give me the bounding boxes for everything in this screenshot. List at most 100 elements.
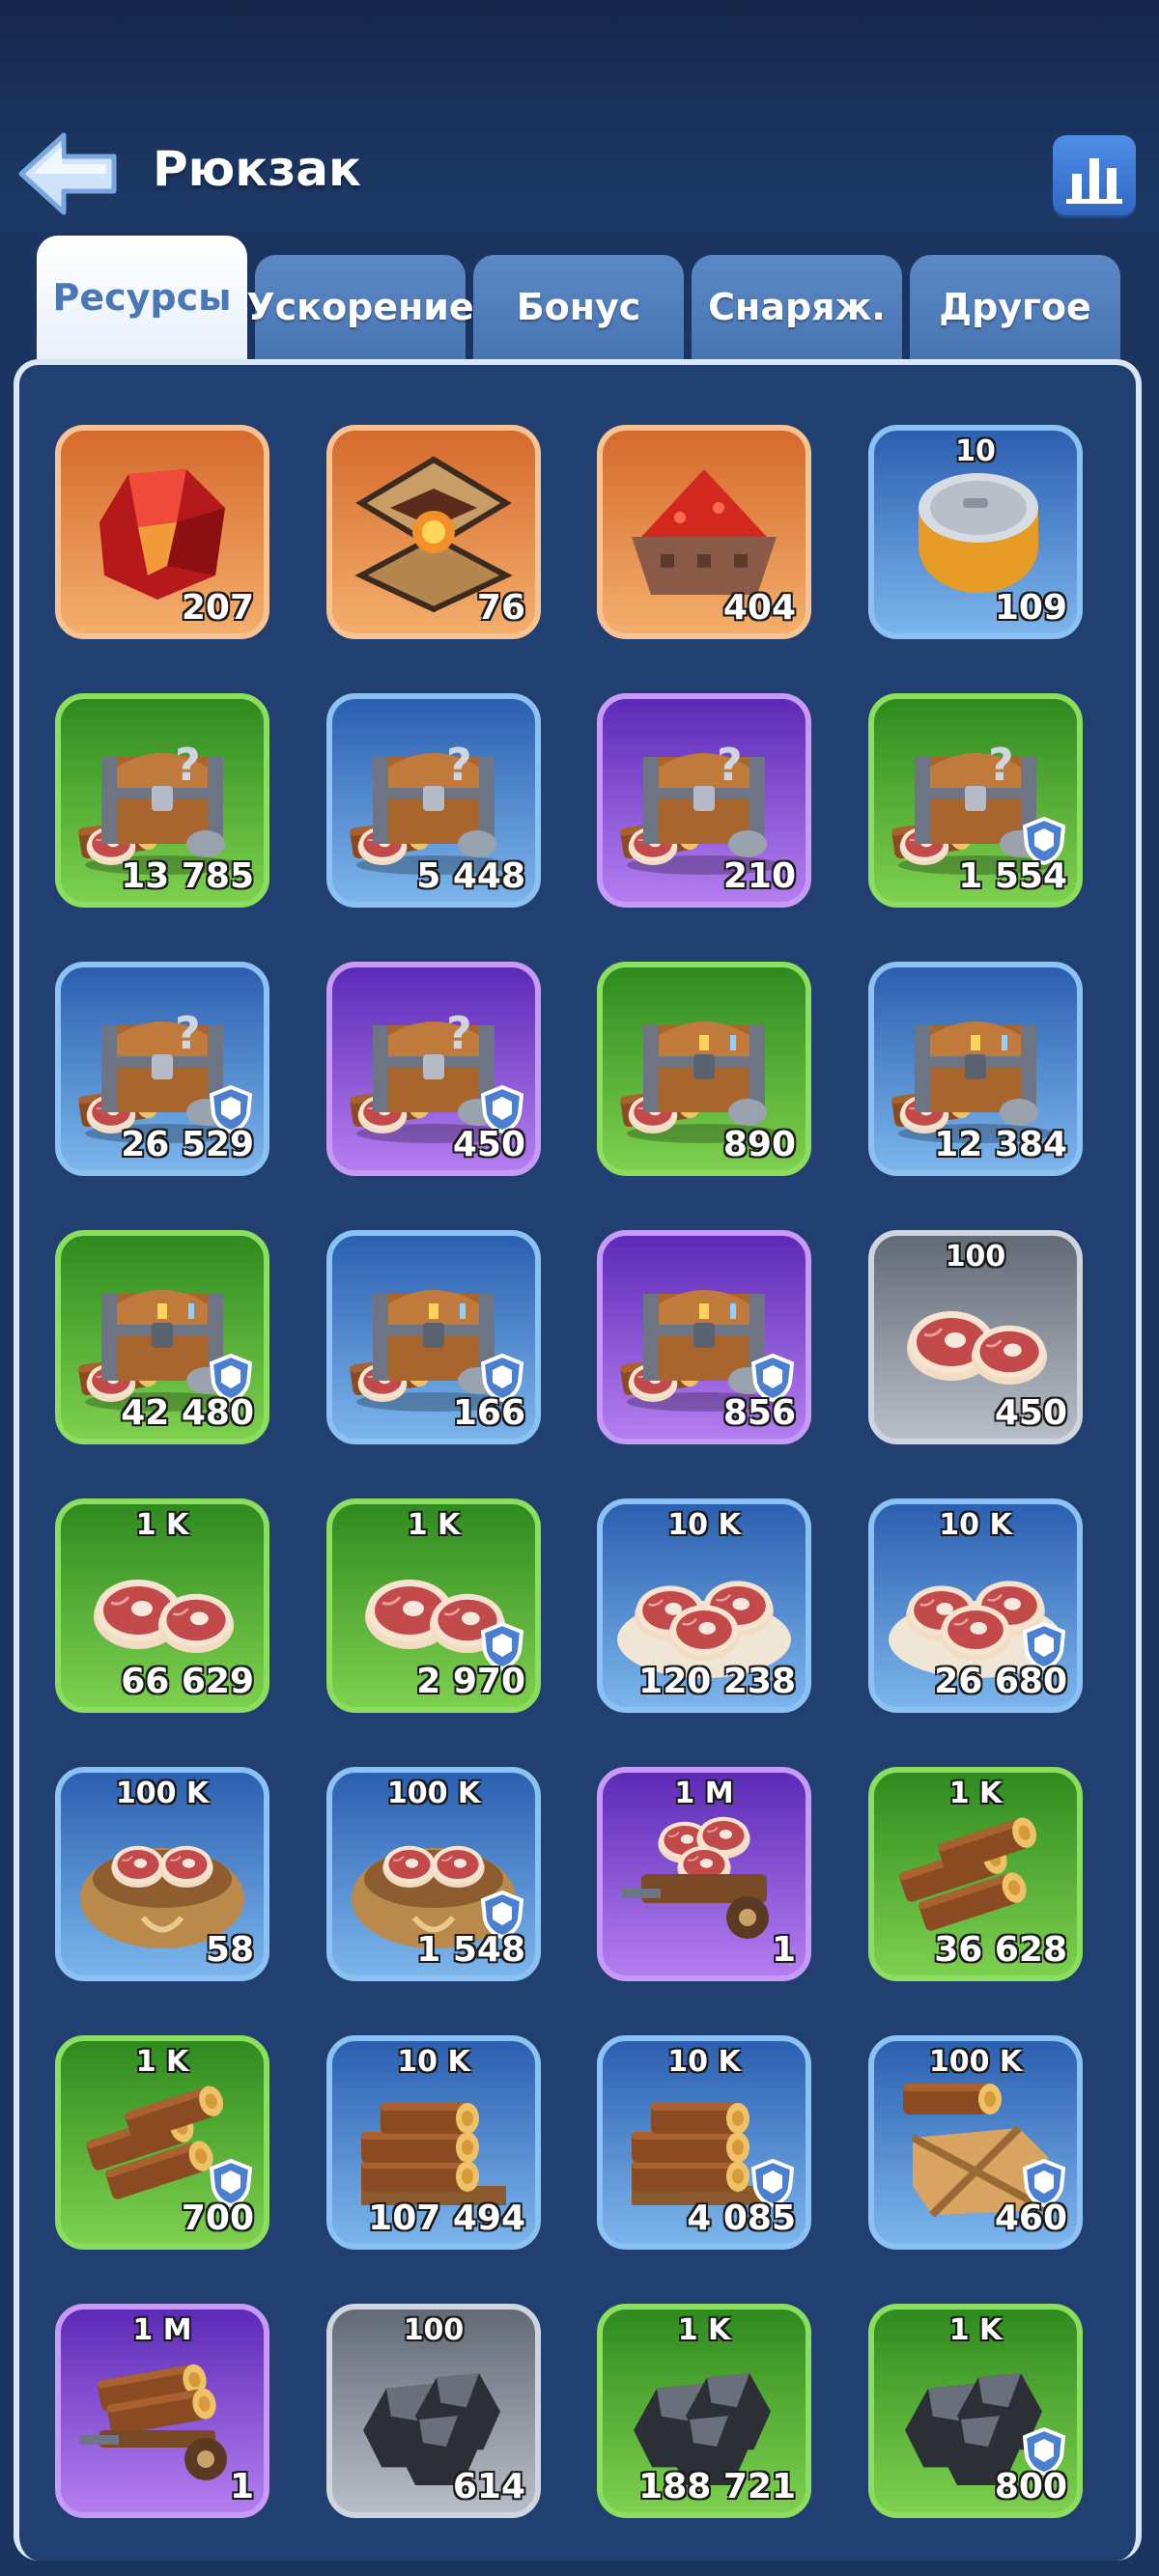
item-denomination: 100 [945, 1240, 1006, 1274]
item-count: 1 [771, 1930, 796, 1970]
item-tile-coal[interactable]: 100 614 [326, 2304, 541, 2518]
item-denomination: 10 K [939, 1508, 1012, 1542]
item-denomination: 100 K [386, 1777, 481, 1810]
item-tile-meat-plate[interactable]: 10 K 120 238 [597, 1498, 811, 1713]
item-tile-choice-chest[interactable]: 166 [326, 1230, 541, 1444]
item-count: 2 970 [416, 1662, 525, 1701]
item-count: 210 [722, 856, 796, 896]
svg-text:?: ? [175, 1007, 201, 1059]
item-count: 107 494 [368, 2198, 525, 2238]
item-tile-wood-stack[interactable]: 10 K 107 494 [326, 2035, 541, 2250]
item-count: 856 [722, 1393, 796, 1433]
item-tile-resource-chest[interactable]: ? 26 529 [55, 962, 269, 1176]
item-count: 700 [181, 2198, 254, 2238]
item-count: 450 [452, 1125, 525, 1164]
item-count: 42 480 [121, 1393, 254, 1433]
item-tile-ore-cart[interactable]: 404 [597, 425, 811, 639]
tab-resources[interactable]: Ресурсы [37, 236, 247, 359]
item-denomination: 10 [955, 434, 996, 468]
stats-button[interactable] [1053, 135, 1136, 218]
item-count: 460 [994, 2198, 1067, 2238]
item-denomination: 100 [403, 2313, 465, 2347]
item-tile-choice-chest[interactable]: 856 [597, 1230, 811, 1444]
item-count: 188 721 [638, 2467, 796, 2506]
item-denomination: 1 M [674, 1777, 734, 1810]
item-tile-choice-chest[interactable]: 890 [597, 962, 811, 1176]
tab-other[interactable]: Другое [910, 255, 1120, 359]
item-denomination: 1 K [948, 1777, 1003, 1810]
item-count: 66 629 [121, 1662, 254, 1701]
item-tile-wood[interactable]: 1 K 700 [55, 2035, 269, 2250]
item-tile-forge-core[interactable]: 76 [326, 425, 541, 639]
item-count: 76 [476, 588, 525, 628]
item-tile-choice-chest[interactable]: 12 384 [868, 962, 1083, 1176]
item-denomination: 1 K [677, 2313, 731, 2347]
item-tile-canned-food[interactable]: 10 109 [868, 425, 1083, 639]
item-count: 13 785 [121, 856, 254, 896]
svg-text:?: ? [446, 1007, 472, 1059]
item-denomination: 1 K [135, 1508, 189, 1542]
item-count: 800 [994, 2467, 1067, 2506]
item-tile-meat-cart[interactable]: 1 M 1 [597, 1767, 811, 1981]
item-tile-coal[interactable]: 1 K 800 [868, 2304, 1083, 2518]
item-count: 1 [229, 2467, 254, 2506]
top-bar [0, 0, 1159, 232]
item-denomination: 1 K [135, 2045, 189, 2079]
item-tile-wood-stack[interactable]: 10 K 4 085 [597, 2035, 811, 2250]
bar-chart-icon [1066, 158, 1122, 204]
back-arrow-icon[interactable] [14, 127, 122, 220]
item-tile-wood-crate[interactable]: 100 K 460 [868, 2035, 1083, 2250]
item-tile-meat[interactable]: 1 K 66 629 [55, 1498, 269, 1713]
item-count: 109 [994, 588, 1067, 628]
item-denomination: 1 K [407, 1508, 461, 1542]
item-tile-coal[interactable]: 1 K 188 721 [597, 2304, 811, 2518]
item-count: 404 [722, 588, 796, 628]
item-count: 1 548 [416, 1930, 525, 1970]
svg-text:?: ? [446, 739, 472, 791]
item-tile-resource-chest[interactable]: ? 1 554 [868, 693, 1083, 908]
tab-speedups[interactable]: Ускорение [246, 255, 474, 359]
item-tile-meat-sack[interactable]: 100 K 58 [55, 1767, 269, 1981]
item-denomination: 10 K [667, 1508, 741, 1542]
item-denomination: 1 M [132, 2313, 192, 2347]
item-count: 26 529 [121, 1125, 254, 1164]
item-count: 5 448 [416, 856, 525, 896]
item-tile-wood[interactable]: 1 K 36 628 [868, 1767, 1083, 1981]
item-tile-resource-chest[interactable]: ? 450 [326, 962, 541, 1176]
item-tile-resource-chest[interactable]: ? 13 785 [55, 693, 269, 908]
tab-bonus[interactable]: Бонус [473, 255, 684, 359]
inventory-panel: 207 76 404 10 109 ? 13 785 ? 5 448 ? 210… [14, 359, 1142, 2561]
item-denomination: 10 K [397, 2045, 470, 2079]
item-tile-meat[interactable]: 100 450 [868, 1230, 1083, 1444]
item-tile-meat[interactable]: 1 K 2 970 [326, 1498, 541, 1713]
item-denomination: 100 K [115, 1777, 210, 1810]
item-count: 26 680 [934, 1662, 1067, 1701]
item-count: 120 238 [638, 1662, 796, 1701]
item-count: 614 [452, 2467, 525, 2506]
item-count: 12 384 [934, 1125, 1067, 1164]
item-count: 166 [452, 1393, 525, 1433]
item-denomination: 1 K [948, 2313, 1003, 2347]
item-tile-resource-chest[interactable]: ? 210 [597, 693, 811, 908]
item-count: 1 554 [958, 856, 1067, 896]
tab-gear[interactable]: Снаряж. [692, 255, 902, 359]
page-title: Рюкзак [153, 141, 361, 197]
item-tile-wood-cart[interactable]: 1 M 1 [55, 2304, 269, 2518]
svg-text:?: ? [717, 739, 743, 791]
item-count: 890 [722, 1125, 796, 1164]
item-tile-meat-sack[interactable]: 100 K 1 548 [326, 1767, 541, 1981]
item-denomination: 10 K [667, 2045, 741, 2079]
item-count: 4 085 [687, 2198, 796, 2238]
item-tile-red-crystal[interactable]: 207 [55, 425, 269, 639]
item-tile-choice-chest[interactable]: 42 480 [55, 1230, 269, 1444]
item-count: 207 [181, 588, 254, 628]
item-denomination: 100 K [928, 2045, 1023, 2079]
item-tile-resource-chest[interactable]: ? 5 448 [326, 693, 541, 908]
item-count: 36 628 [934, 1930, 1067, 1970]
item-count: 450 [994, 1393, 1067, 1433]
item-tile-meat-plate[interactable]: 10 K 26 680 [868, 1498, 1083, 1713]
svg-text:?: ? [988, 739, 1014, 791]
tab-bar: Ресурсы Ускорение Бонус Снаряж. Другое [37, 236, 1122, 359]
svg-text:?: ? [175, 739, 201, 791]
item-count: 58 [205, 1930, 254, 1970]
